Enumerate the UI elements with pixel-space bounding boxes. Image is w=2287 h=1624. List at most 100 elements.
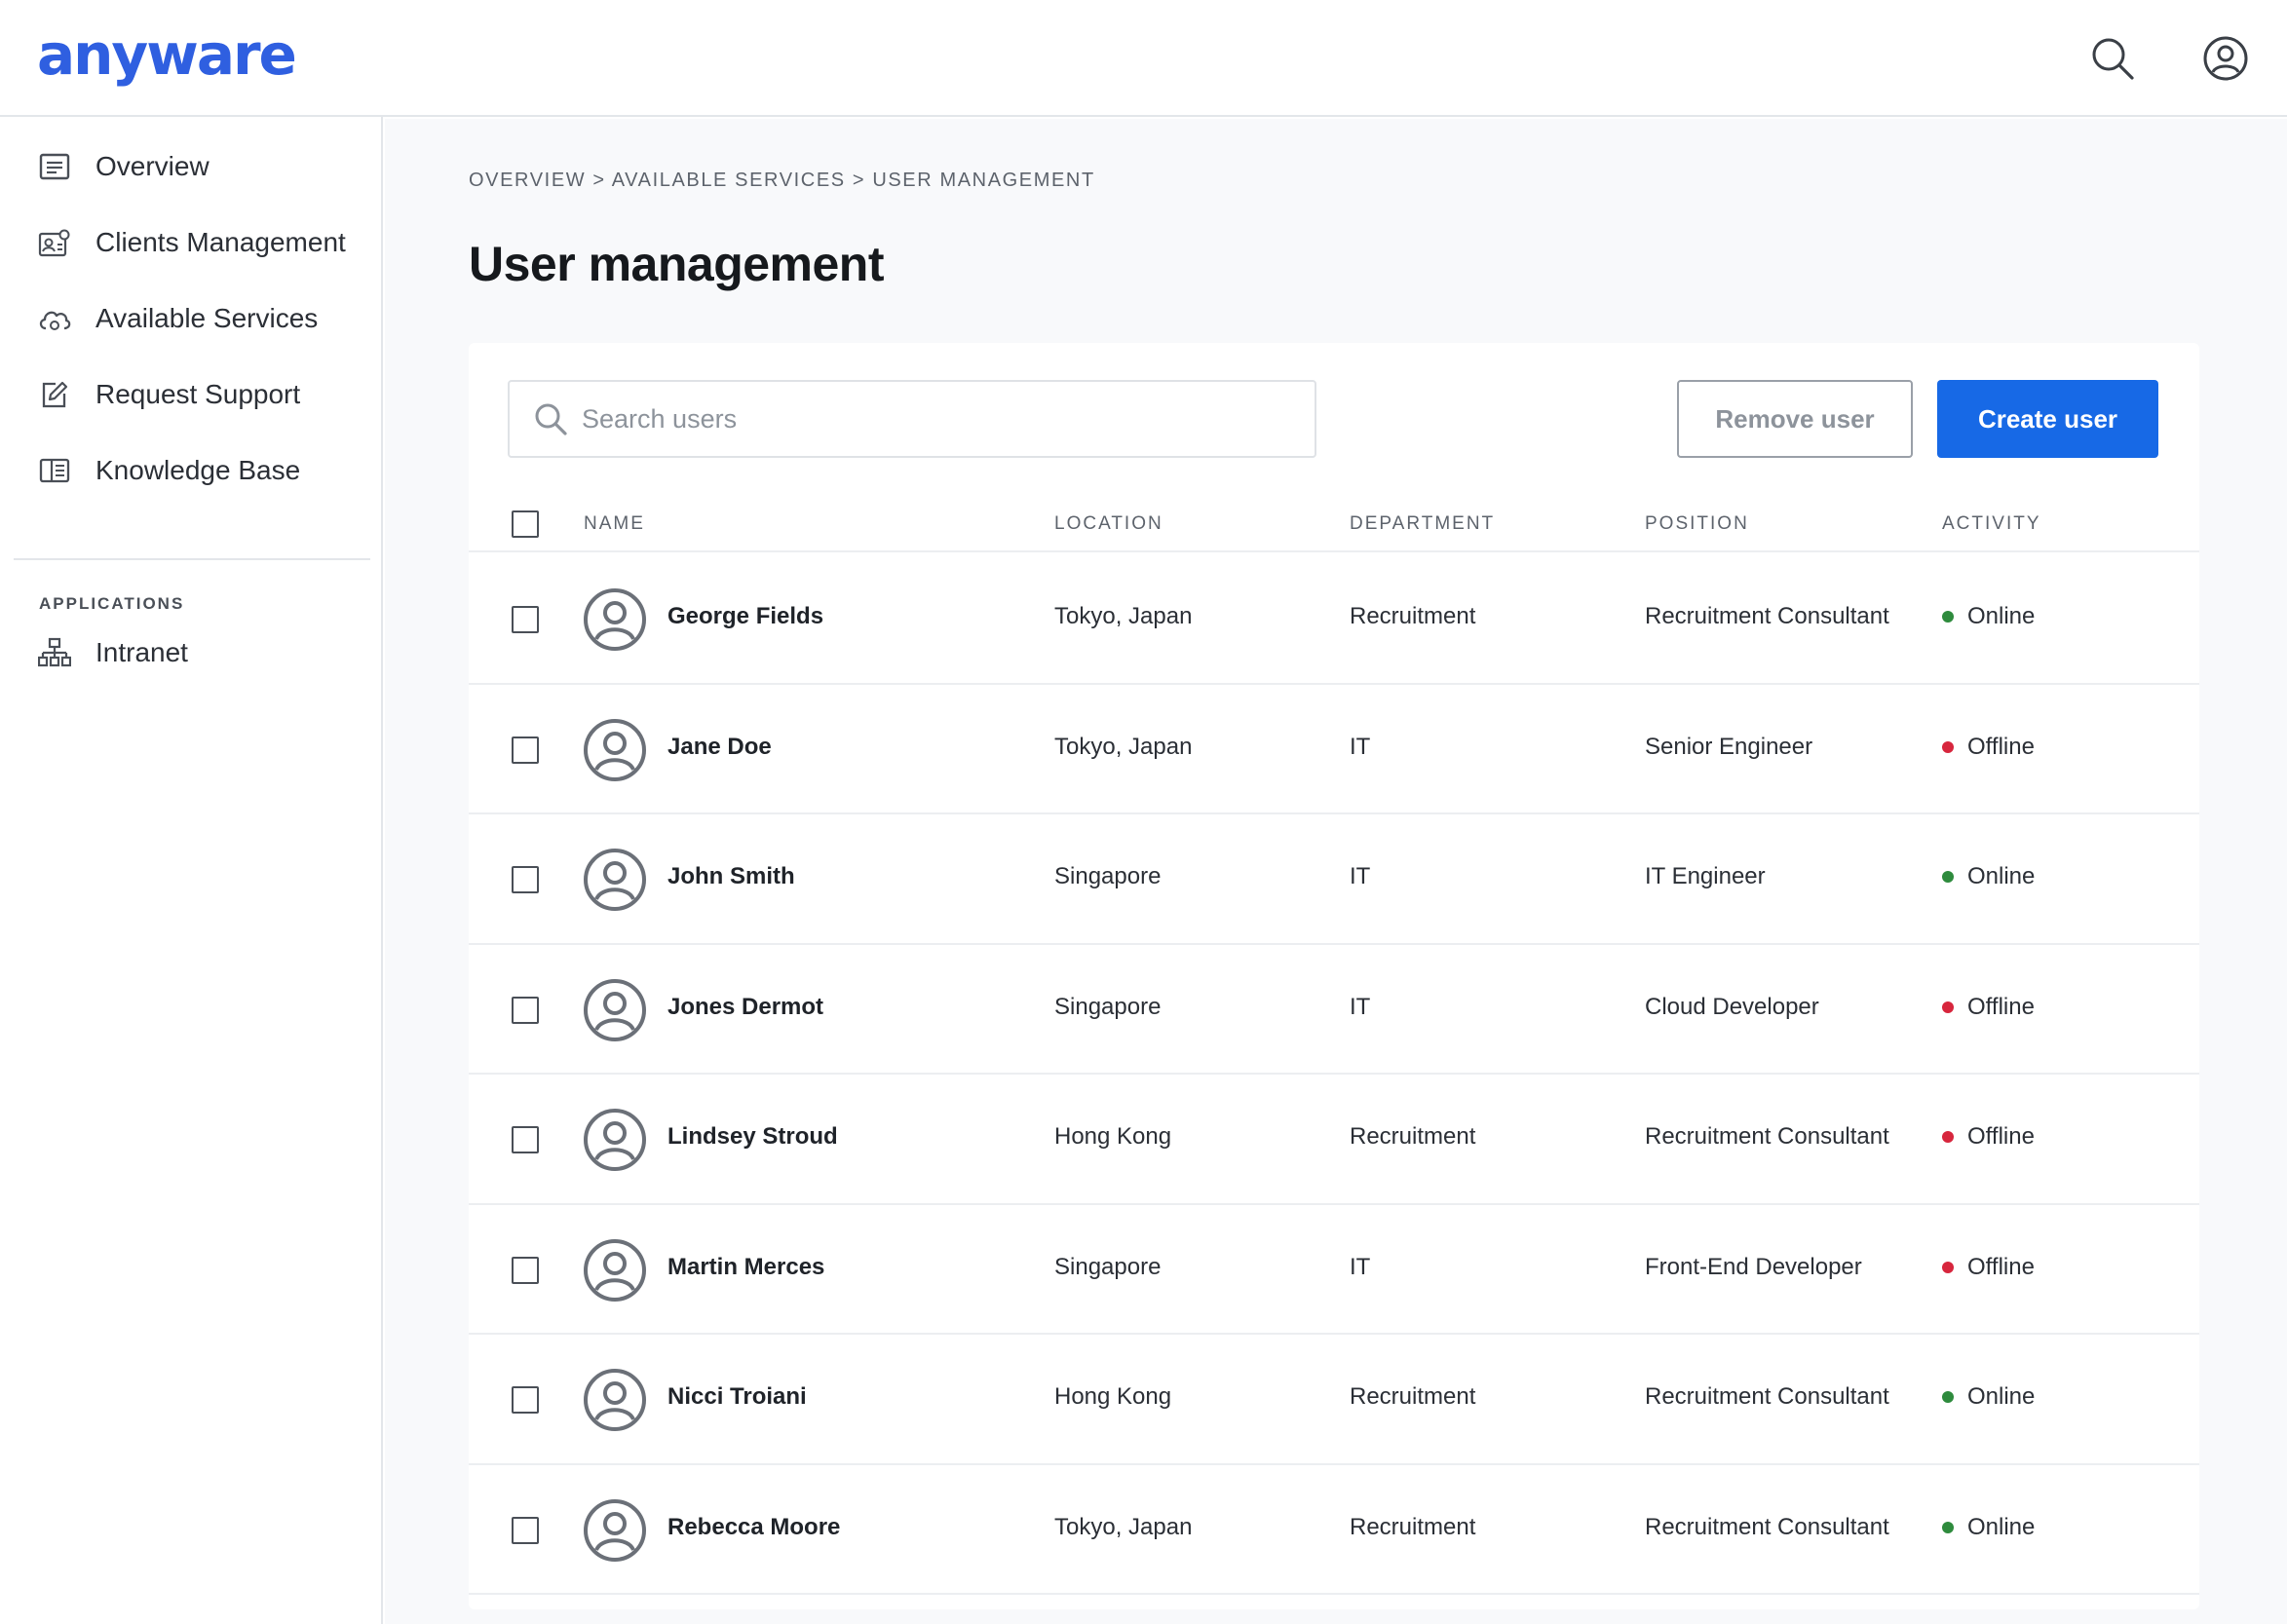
- account-icon[interactable]: [2198, 31, 2253, 86]
- status-dot-icon: [1942, 1001, 1954, 1013]
- column-header-name[interactable]: NAME: [584, 513, 645, 535]
- sidebar-item-label: Available Services: [95, 303, 319, 333]
- brand-logo[interactable]: anyware: [37, 21, 297, 88]
- activity-label: Online: [1967, 863, 2036, 889]
- column-header-activity[interactable]: ACTIVITY: [1942, 513, 2041, 535]
- breadcrumb[interactable]: OVERVIEW > AVAILABLE SERVICES > USER MAN…: [469, 170, 1095, 192]
- user-activity: Offline: [1942, 994, 2035, 1021]
- row-checkbox[interactable]: [512, 1386, 539, 1414]
- user-position: IT Engineer: [1645, 863, 1766, 889]
- user-position: Senior Engineer: [1645, 733, 1813, 760]
- sidebar-divider: [14, 558, 370, 560]
- row-checkbox[interactable]: [512, 1256, 539, 1284]
- sidebar-item-label: Intranet: [95, 637, 188, 667]
- search-users-box[interactable]: [508, 380, 1316, 458]
- user-activity: Online: [1942, 863, 2035, 890]
- status-dot-icon: [1942, 1131, 1954, 1143]
- user-department: IT: [1350, 993, 1371, 1020]
- user-location: Singapore: [1054, 993, 1162, 1020]
- user-position: Recruitment Consultant: [1645, 1513, 1889, 1540]
- column-header-position[interactable]: POSITION: [1645, 513, 1749, 535]
- sidebar: Overview Clients Management Available Se…: [0, 117, 383, 1624]
- main-content: OVERVIEW > AVAILABLE SERVICES > USER MAN…: [385, 119, 2287, 1624]
- status-dot-icon: [1942, 1261, 1954, 1273]
- sidebar-item-available-services[interactable]: Available Services: [37, 289, 359, 348]
- user-activity: Online: [1942, 1514, 2035, 1541]
- user-avatar-icon: [584, 1109, 646, 1171]
- user-department: Recruitment: [1350, 1123, 1476, 1150]
- table-row[interactable]: Jane Doe Tokyo, Japan IT Senior Engineer…: [469, 684, 2199, 814]
- user-name[interactable]: George Fields: [667, 603, 823, 630]
- remove-user-button[interactable]: Remove user: [1677, 380, 1913, 458]
- user-position: Recruitment Consultant: [1645, 1383, 1889, 1410]
- activity-label: Offline: [1967, 1123, 2035, 1150]
- user-department: IT: [1350, 1253, 1371, 1280]
- user-department: Recruitment: [1350, 603, 1476, 629]
- row-checkbox[interactable]: [512, 1126, 539, 1153]
- sidebar-item-label: Request Support: [95, 379, 301, 409]
- table-row[interactable]: Nicci Troiani Hong Kong Recruitment Recr…: [469, 1335, 2199, 1465]
- row-checkbox[interactable]: [512, 736, 539, 764]
- user-avatar-icon: [584, 718, 646, 781]
- user-department: IT: [1350, 863, 1371, 889]
- user-avatar-icon: [584, 1369, 646, 1431]
- activity-label: Online: [1967, 1513, 2036, 1540]
- row-checkbox[interactable]: [512, 866, 539, 893]
- row-checkbox[interactable]: [512, 996, 539, 1024]
- search-icon: [535, 403, 567, 435]
- row-checkbox[interactable]: [512, 1516, 539, 1544]
- user-activity: Offline: [1942, 734, 2035, 761]
- status-dot-icon: [1942, 740, 1954, 753]
- sidebar-item-label: Clients Management: [95, 227, 346, 257]
- user-name[interactable]: Jane Doe: [667, 734, 772, 761]
- activity-label: Online: [1967, 1383, 2036, 1410]
- sidebar-item-intranet[interactable]: Intranet: [37, 623, 359, 682]
- user-department: IT: [1350, 733, 1371, 760]
- table-row[interactable]: Lindsey Stroud Hong Kong Recruitment Rec…: [469, 1075, 2199, 1205]
- user-activity: Online: [1942, 1383, 2035, 1411]
- user-department: Recruitment: [1350, 1383, 1476, 1410]
- sidebar-item-clients-management[interactable]: Clients Management: [37, 213, 359, 272]
- table-row[interactable]: Rebecca Moore Tokyo, Japan Recruitment R…: [469, 1464, 2199, 1595]
- user-table-body: George Fields Tokyo, Japan Recruitment R…: [469, 554, 2199, 1595]
- user-position: Cloud Developer: [1645, 993, 1819, 1020]
- activity-label: Offline: [1967, 993, 2035, 1020]
- users-card: Remove user Create user NAME LOCATION DE…: [469, 343, 2199, 1609]
- table-row[interactable]: George Fields Tokyo, Japan Recruitment R…: [469, 554, 2199, 685]
- sidebar-item-overview[interactable]: Overview: [37, 137, 359, 196]
- user-name[interactable]: Rebecca Moore: [667, 1514, 840, 1541]
- edit-icon: [37, 377, 72, 412]
- user-location: Hong Kong: [1054, 1383, 1172, 1410]
- search-icon[interactable]: [2085, 31, 2140, 86]
- sidebar-item-knowledge-base[interactable]: Knowledge Base: [37, 441, 359, 500]
- create-user-button[interactable]: Create user: [1937, 380, 2158, 458]
- user-avatar-icon: [584, 849, 646, 911]
- search-input[interactable]: [582, 385, 1303, 453]
- user-activity: Offline: [1942, 1254, 2035, 1281]
- table-row[interactable]: John Smith Singapore IT IT Engineer Onli…: [469, 814, 2199, 945]
- user-location: Singapore: [1054, 863, 1162, 889]
- user-location: Tokyo, Japan: [1054, 1513, 1193, 1540]
- clients-icon: [37, 225, 72, 260]
- sidebar-item-request-support[interactable]: Request Support: [37, 365, 359, 424]
- user-name[interactable]: Martin Merces: [667, 1254, 824, 1281]
- sidebar-item-label: Knowledge Base: [95, 455, 301, 485]
- activity-label: Online: [1967, 603, 2036, 629]
- user-position: Recruitment Consultant: [1645, 1123, 1889, 1150]
- user-location: Tokyo, Japan: [1054, 733, 1193, 760]
- column-header-department[interactable]: DEPARTMENT: [1350, 513, 1495, 535]
- user-name[interactable]: Nicci Troiani: [667, 1383, 807, 1411]
- user-name[interactable]: John Smith: [667, 863, 795, 890]
- user-location: Tokyo, Japan: [1054, 603, 1193, 629]
- user-department: Recruitment: [1350, 1513, 1476, 1540]
- status-dot-icon: [1942, 871, 1954, 883]
- table-row[interactable]: Martin Merces Singapore IT Front-End Dev…: [469, 1204, 2199, 1335]
- user-position: Front-End Developer: [1645, 1253, 1862, 1280]
- select-all-checkbox[interactable]: [512, 510, 539, 538]
- table-row[interactable]: Jones Dermot Singapore IT Cloud Develope…: [469, 944, 2199, 1075]
- user-name[interactable]: Jones Dermot: [667, 994, 823, 1021]
- column-header-location[interactable]: LOCATION: [1054, 513, 1163, 535]
- activity-label: Offline: [1967, 733, 2035, 760]
- user-name[interactable]: Lindsey Stroud: [667, 1123, 838, 1151]
- row-checkbox[interactable]: [512, 606, 539, 633]
